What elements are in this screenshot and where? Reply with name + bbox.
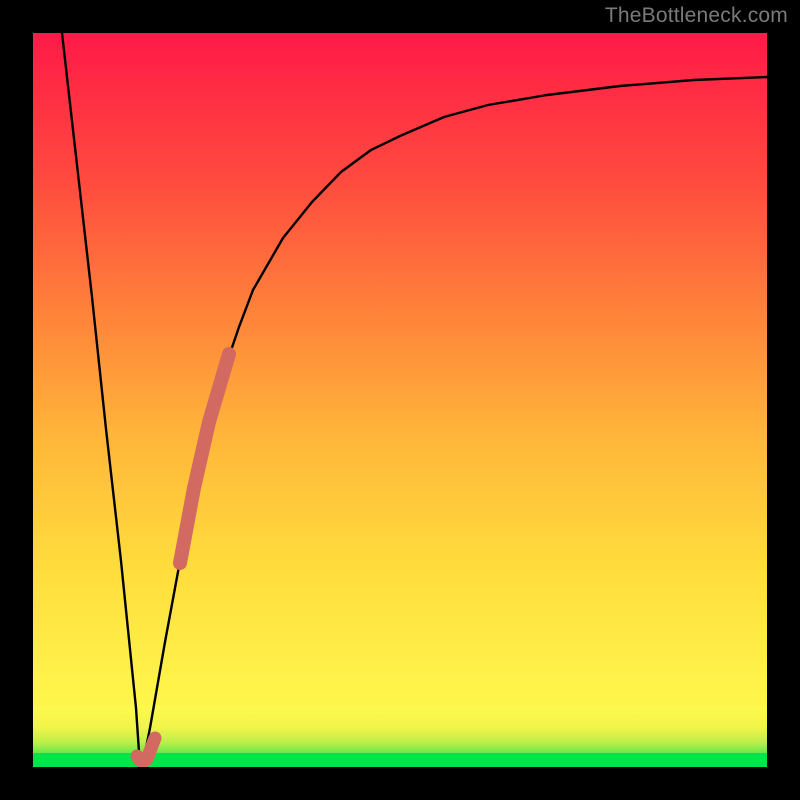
highlight-segment [180, 354, 229, 563]
chart-svg [33, 33, 767, 767]
plot-area [33, 33, 767, 767]
watermark-text: TheBottleneck.com [605, 4, 788, 28]
bottleneck-curve [62, 33, 767, 763]
chart-frame: TheBottleneck.com [0, 0, 800, 800]
